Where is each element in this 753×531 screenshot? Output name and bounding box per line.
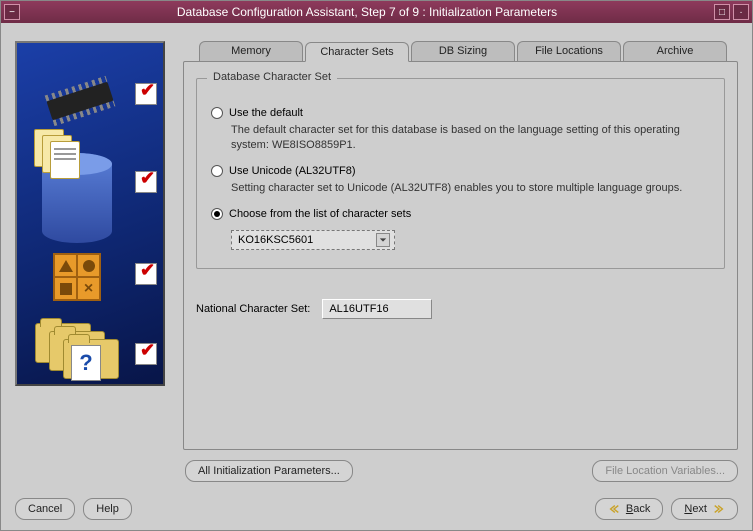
chevron-right-icon (713, 504, 725, 514)
step-check-2 (135, 171, 157, 193)
national-charset-label: National Character Set: (196, 303, 310, 315)
step-check-4 (135, 343, 157, 365)
window: − Database Configuration Assistant, Step… (0, 0, 753, 531)
all-init-params-button[interactable]: All Initialization Parameters... (185, 460, 353, 482)
window-iconify-button[interactable]: · (733, 4, 749, 20)
national-charset-value: AL16UTF16 (329, 303, 388, 315)
radio-label: Choose from the list of character sets (229, 208, 411, 220)
wizard-sidebar: × ? (15, 41, 165, 450)
titlebar: − Database Configuration Assistant, Step… (1, 1, 752, 23)
file-location-variables-button[interactable]: File Location Variables... (592, 460, 738, 482)
radio-use-unicode[interactable]: Use Unicode (AL32UTF8) (211, 165, 710, 177)
charset-select-value: KO16KSC5601 (238, 234, 313, 246)
tab-character-sets[interactable]: Character Sets (305, 42, 409, 62)
radio-use-default[interactable]: Use the default (211, 107, 710, 119)
tab-panel: Database Character Set Use the default T… (183, 61, 738, 450)
radio-icon (211, 107, 223, 119)
back-label: Back (626, 503, 650, 515)
wizard-footer: Cancel Help Back Next (15, 498, 738, 520)
shapes-icon: × (53, 253, 128, 309)
window-maximize-button[interactable]: □ (714, 4, 730, 20)
tab-db-sizing[interactable]: DB Sizing (411, 41, 515, 61)
national-charset-select[interactable]: AL16UTF16 (322, 299, 432, 319)
use-unicode-description: Setting character set to Unicode (AL32UT… (231, 181, 710, 196)
chevron-left-icon (608, 504, 620, 514)
folders-icon: ? (35, 323, 110, 379)
radio-label: Use Unicode (AL32UTF8) (229, 165, 356, 177)
wizard-steps-graphic: × ? (15, 41, 165, 386)
cancel-button[interactable]: Cancel (15, 498, 75, 520)
database-icon (42, 153, 117, 209)
use-default-description: The default character set for this datab… (231, 123, 710, 153)
help-button[interactable]: Help (83, 498, 132, 520)
tab-bar: Memory Character Sets DB Sizing File Loc… (183, 41, 738, 61)
chevron-down-icon (376, 233, 390, 247)
tab-archive[interactable]: Archive (623, 41, 727, 61)
tab-memory[interactable]: Memory (199, 41, 303, 61)
panel-buttons: All Initialization Parameters... File Lo… (15, 460, 738, 482)
radio-label: Use the default (229, 107, 303, 119)
radio-choose-list[interactable]: Choose from the list of character sets (211, 208, 710, 220)
radio-icon (211, 165, 223, 177)
window-menu-button[interactable]: − (4, 4, 20, 20)
national-charset-row: National Character Set: AL16UTF16 (196, 299, 725, 319)
charset-select[interactable]: KO16KSC5601 (231, 230, 395, 250)
fieldset-legend: Database Character Set (207, 71, 337, 83)
window-title: Database Configuration Assistant, Step 7… (20, 5, 714, 19)
step-check-3 (135, 263, 157, 285)
next-button[interactable]: Next (671, 498, 738, 520)
question-page-icon: ? (71, 345, 101, 381)
content-area: × ? Memory Character Sets (1, 23, 752, 530)
database-charset-fieldset: Database Character Set Use the default T… (196, 78, 725, 269)
chip-icon (42, 73, 117, 129)
radio-icon (211, 208, 223, 220)
step-check-1 (135, 83, 157, 105)
next-label: Next (684, 503, 707, 515)
back-button[interactable]: Back (595, 498, 663, 520)
tab-file-locations[interactable]: File Locations (517, 41, 621, 61)
